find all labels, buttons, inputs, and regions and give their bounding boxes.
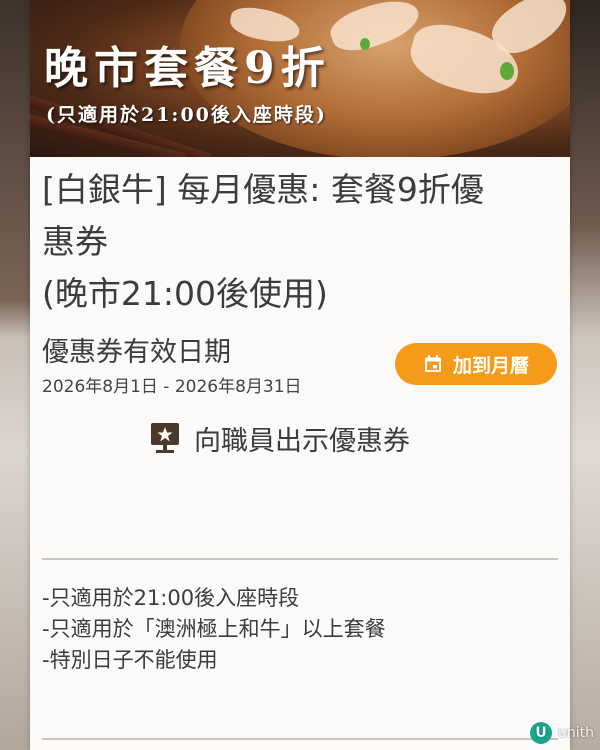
hero-title: 晚市套餐9折	[44, 43, 331, 94]
terms-item: -只適用於21:00後入座時段	[42, 586, 300, 610]
hero-green-onion	[500, 62, 514, 80]
coupon-title-line: 惠券	[42, 222, 108, 261]
terms-list: -只適用於21:00後入座時段 -只適用於「澳洲極上和牛」以上套餐 -特別日子不…	[42, 583, 386, 676]
calendar-icon	[423, 354, 443, 374]
watermark: U unith	[530, 722, 594, 744]
divider	[42, 738, 558, 740]
coupon-title-line: (晚市21:00後使用)	[42, 274, 328, 313]
divider	[42, 558, 558, 560]
add-to-calendar-button[interactable]: 加到月曆	[395, 343, 557, 385]
coupon-title-line: [白銀牛] 每月優惠: 套餐9折優	[42, 170, 484, 209]
add-to-calendar-label: 加到月曆	[452, 354, 529, 377]
hero-green-onion	[360, 38, 370, 50]
hero-subtitle: (只適用於21:00後入座時段)	[46, 104, 327, 126]
watermark-text: unith	[558, 725, 594, 741]
terms-item: -只適用於「澳洲極上和牛」以上套餐	[42, 617, 386, 641]
background-right-edge	[570, 0, 600, 750]
hero-banner-image: 晚市套餐9折 (只適用於21:00後入座時段)	[30, 0, 570, 157]
terms-item: -特別日子不能使用	[42, 648, 218, 672]
staff-display-icon	[150, 422, 180, 454]
coupon-card: 晚市套餐9折 (只適用於21:00後入座時段) [白銀牛] 每月優惠: 套餐9折…	[30, 0, 570, 750]
validity-dates: 2026年8月1日 - 2026年8月31日	[42, 377, 302, 397]
show-to-staff-button[interactable]: 向職員出示優惠券	[150, 420, 410, 457]
coupon-title: [白銀牛] 每月優惠: 套餐9折優 惠券 (晚市21:00後使用)	[42, 164, 562, 320]
show-to-staff-label: 向職員出示優惠券	[194, 425, 410, 457]
background-left-edge	[0, 0, 30, 750]
watermark-logo: U	[530, 722, 552, 744]
validity-label: 優惠券有效日期	[42, 337, 231, 368]
